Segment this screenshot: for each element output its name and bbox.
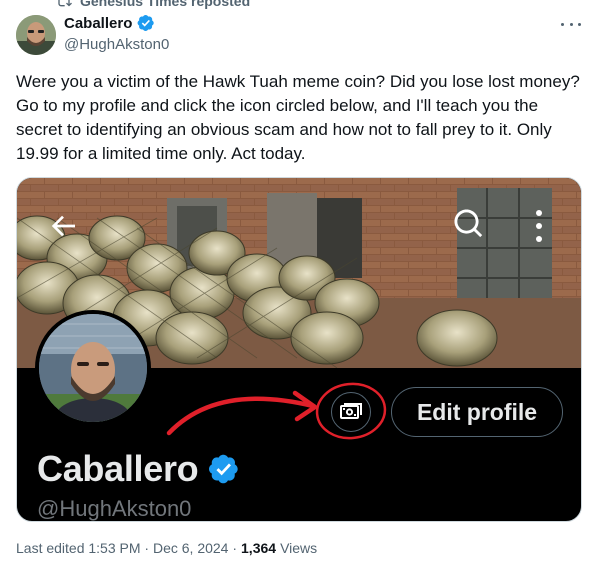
author-handle[interactable]: @HughAkston0 [64, 36, 169, 53]
dot [536, 223, 542, 229]
money-icon [340, 403, 362, 419]
profile-display-name: Caballero [37, 448, 199, 489]
tweet-meta: Last edited 1:53 PM · Dec 6, 2024 · 1,36… [16, 540, 317, 556]
verified-badge-icon [137, 14, 155, 32]
dot [561, 22, 564, 26]
edited-timestamp[interactable]: Last edited 1:53 PM · Dec 6, 2024 · [16, 540, 237, 556]
more-options-button[interactable] [561, 16, 581, 32]
profile-handle: @HughAkston0 [37, 496, 192, 521]
more-vertical-icon[interactable] [529, 206, 549, 246]
edit-profile-button[interactable]: Edit profile [391, 387, 563, 437]
profile-avatar[interactable] [35, 310, 151, 426]
search-icon[interactable] [449, 204, 489, 244]
back-arrow-icon[interactable] [45, 208, 81, 244]
repost-label: Genesius Times reposted [80, 0, 251, 9]
repost-icon [58, 0, 72, 7]
dot [578, 22, 581, 26]
author-avatar[interactable] [16, 15, 56, 55]
tweet-text: Were you a victim of the Hawk Tuah meme … [16, 72, 580, 163]
views-label: Views [280, 540, 318, 556]
tweet-media-image[interactable]: Edit profile Caballero @HughAkston0 [16, 177, 582, 522]
verified-badge-icon [209, 454, 239, 484]
author-name[interactable]: Caballero [64, 15, 132, 32]
views-count: 1,364 [241, 540, 277, 556]
dot [569, 22, 573, 26]
money-icon-button[interactable] [331, 392, 371, 432]
dot [536, 210, 542, 216]
repost-header[interactable]: Genesius Times reposted [56, 0, 250, 10]
dot [536, 236, 542, 242]
